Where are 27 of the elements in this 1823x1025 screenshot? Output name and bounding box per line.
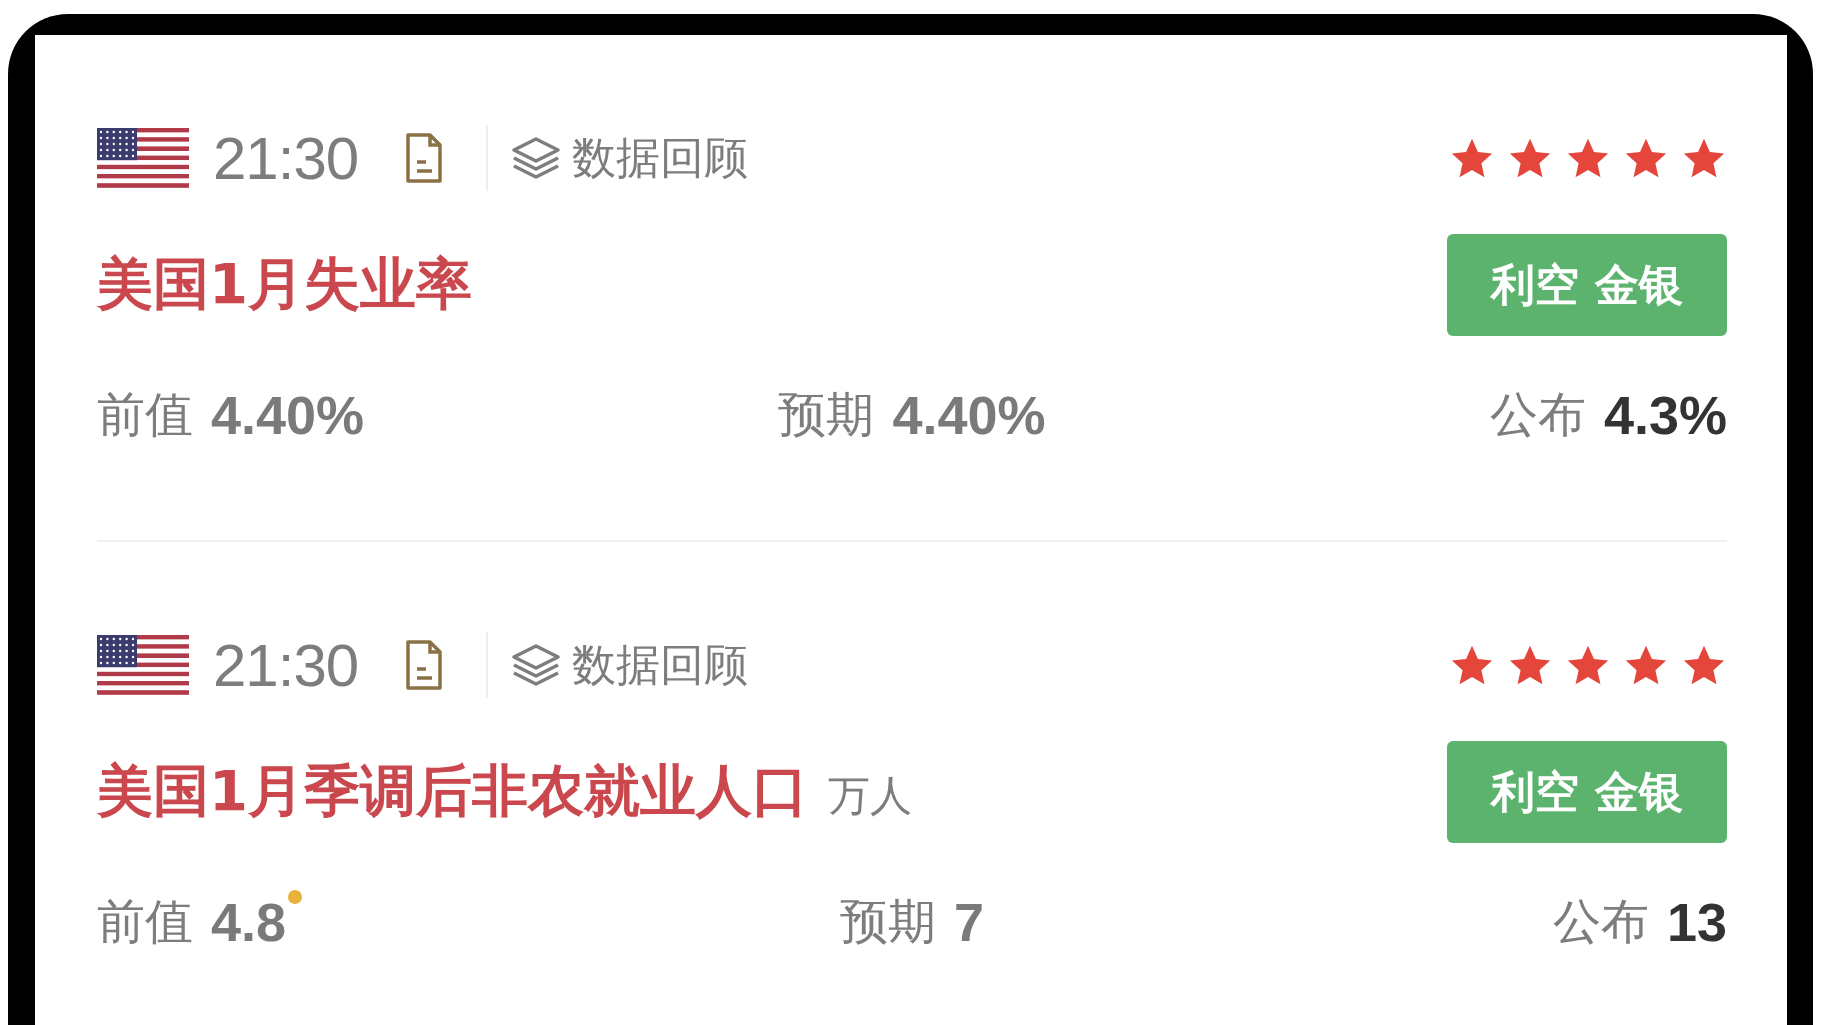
event-time: 21:30 [213,123,359,193]
previous-value: 4.40% [211,384,365,446]
us-flag-icon [97,635,189,695]
value-label: 公布 [1552,892,1649,951]
value-label: 公布 [1489,385,1586,444]
impact-tag: 利空 金银 [1447,234,1727,336]
value-label: 前值 [97,385,193,444]
value-label: 前值 [97,892,193,951]
event-title: 美国1月失业率 [97,250,472,318]
data-review-link[interactable]: 数据回顾 [510,128,749,188]
event-time: 21:30 [213,630,359,700]
forecast-value: 4.40% [892,384,1046,446]
impact-tag: 利空 金银 [1447,741,1727,843]
unit-label: 万人 [827,770,912,822]
forecast-value: 7 [953,891,984,953]
document-icon [404,639,445,691]
actual-value: 4.3% [1603,384,1727,446]
value-label: 预期 [778,385,875,444]
event-title: 美国1月季调后非农就业人口 [97,757,808,825]
layers-icon [510,135,563,181]
data-review-link[interactable]: 数据回顾 [510,635,749,695]
us-flag-icon [97,128,189,188]
actual-value: 13 [1666,891,1727,953]
value-label: 预期 [839,892,936,951]
document-icon [404,132,445,184]
layers-icon [510,642,563,688]
previous-value: 4.8 [211,891,287,953]
